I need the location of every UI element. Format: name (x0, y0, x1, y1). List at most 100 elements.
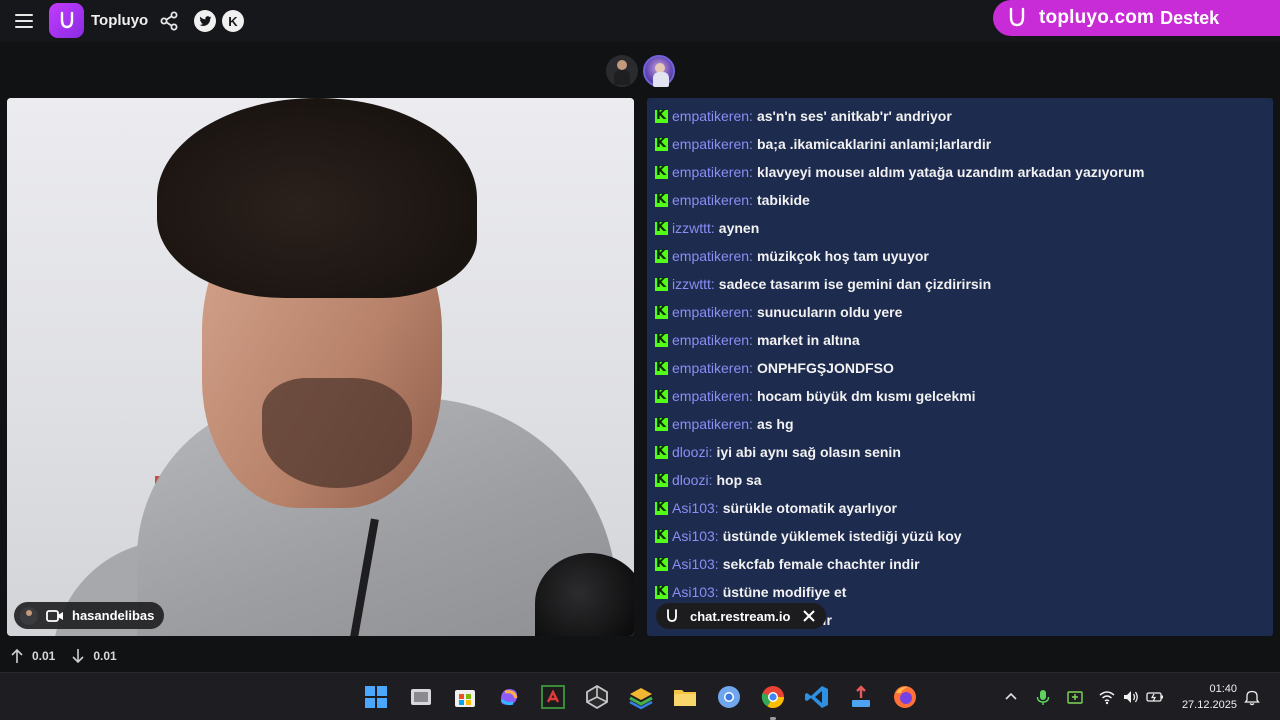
chat-username[interactable]: dloozi: (672, 444, 712, 460)
vscode-icon[interactable] (804, 684, 830, 710)
upload-icon[interactable] (848, 684, 874, 710)
chat-username[interactable]: empatikeren: (672, 192, 753, 208)
top-bar: Topluyo K topluyo.com Destek (0, 0, 1280, 42)
chrome-blue-icon[interactable] (716, 684, 742, 710)
chat-text: ONPHFGŞJONDFSO (756, 360, 894, 376)
kick-platform-icon (655, 444, 668, 459)
microphone-icon[interactable] (1034, 688, 1052, 706)
chat-username[interactable]: izzwttt: (672, 220, 715, 236)
restream-label: chat.restream.io (690, 608, 791, 624)
brand-name[interactable]: Topluyo (91, 12, 148, 29)
twitter-icon[interactable] (194, 10, 216, 32)
chat-text: sadece tasarım ise gemini dan çizdirirsi… (718, 276, 992, 292)
chat-username[interactable]: empatikeren: (672, 360, 753, 376)
wifi-icon[interactable] (1098, 688, 1116, 706)
chat-text: sürükle otomatik ayarlıyor (722, 500, 897, 516)
chat-text: müzikçok hoş tam uyuyor (756, 248, 929, 264)
restream-overlay[interactable]: chat.restream.io (656, 603, 827, 629)
streamer-name: hasandelibas (72, 608, 155, 623)
chat-text: aynen (718, 220, 760, 236)
chat-message: Asi103:sekcfab female chachter indir (655, 550, 920, 578)
chat-username[interactable]: empatikeren: (672, 416, 753, 432)
chat-message: empatikeren:hocam büyük dm kısmı gelcekm… (655, 382, 976, 410)
video-feed[interactable] (7, 98, 634, 636)
chat-username[interactable]: empatikeren: (672, 108, 753, 124)
chat-message: Asi103:üstünde yüklemek istediği yüzü ko… (655, 522, 962, 550)
kick-platform-icon (655, 388, 668, 403)
layers-icon[interactable] (628, 684, 654, 710)
chat-username[interactable]: empatikeren: (672, 136, 753, 152)
volume-icon[interactable] (1122, 688, 1140, 706)
chat-panel[interactable]: empatikeren:as'n'n ses' anitkab'r' andri… (647, 98, 1273, 636)
participant-avatar[interactable] (643, 55, 675, 87)
chat-username[interactable]: empatikeren: (672, 248, 753, 264)
chat-message: empatikeren:as hg (655, 410, 794, 438)
share-icon[interactable] (158, 10, 180, 32)
taskbar: 01:40 27.12.2025 (0, 672, 1280, 720)
banner-site: topluyo.com (1039, 7, 1155, 28)
clock-date: 27.12.2025 (1181, 699, 1237, 711)
chevron-up-icon[interactable] (1002, 688, 1020, 706)
kick-platform-icon (655, 248, 668, 263)
upload-value: 0.01 (32, 649, 56, 663)
firefox-icon[interactable] (892, 684, 918, 710)
chat-text: sekcfab female chachter indir (722, 556, 920, 572)
chat-text: as hg (756, 416, 794, 432)
amd-icon[interactable] (540, 684, 566, 710)
streamer-name-tag[interactable]: hasandelibas (14, 602, 165, 629)
arrow-down-icon (72, 649, 84, 664)
kick-platform-icon (655, 528, 668, 543)
chat-username[interactable]: empatikeren: (672, 164, 753, 180)
chat-message: empatikeren:müzikçok hoş tam uyuyor (655, 242, 929, 270)
chat-message: dloozi:iyi abi aynı sağ olasın senin (655, 438, 901, 466)
smile-face-icon (60, 11, 73, 28)
chat-username[interactable]: izzwttt: (672, 276, 715, 292)
copilot-icon[interactable] (496, 684, 522, 710)
chat-username[interactable]: empatikeren: (672, 304, 753, 320)
chat-text: üstüne modifiye et (722, 584, 847, 600)
chat-text: üstünde yüklemek istediği yüzü koy (722, 528, 962, 544)
nvidia-share-icon[interactable] (1066, 688, 1084, 706)
network-stats: 0.01 0.01 (10, 646, 133, 666)
chat-username[interactable]: Asi103: (672, 500, 719, 516)
chat-text: iyi abi aynı sağ olasın senin (716, 444, 901, 460)
chat-text: ba;a .ikamicaklarini anlami;larlardir (756, 136, 992, 152)
topluyo-logo[interactable] (49, 3, 84, 38)
kick-icon[interactable]: K (222, 10, 244, 32)
kick-platform-icon (655, 500, 668, 515)
chat-message: empatikeren:market in altına (655, 326, 860, 354)
store-icon[interactable] (452, 684, 478, 710)
participant-avatar[interactable] (606, 55, 638, 87)
kick-platform-icon (655, 164, 668, 179)
hamburger-menu-icon[interactable] (13, 11, 35, 31)
notification-icon[interactable] (1243, 688, 1261, 706)
unity-icon[interactable] (584, 684, 610, 710)
support-banner[interactable]: topluyo.com Destek (993, 0, 1280, 36)
chat-text: market in altına (756, 332, 860, 348)
start-icon[interactable] (363, 684, 389, 710)
close-icon[interactable] (802, 609, 816, 623)
kick-platform-icon (655, 276, 668, 291)
chat-message: empatikeren:as'n'n ses' anitkab'r' andri… (655, 102, 952, 130)
chrome-icon[interactable] (760, 684, 786, 710)
avatar (20, 606, 38, 625)
chat-message: empatikeren:sunucuların oldu yere (655, 298, 902, 326)
clock-time: 01:40 (1209, 683, 1237, 695)
battery-icon[interactable] (1146, 688, 1164, 706)
chat-username[interactable]: empatikeren: (672, 332, 753, 348)
chat-text: hocam büyük dm kısmı gelcekmi (756, 388, 976, 404)
camera-icon (46, 609, 63, 622)
chat-text: tabikide (756, 192, 810, 208)
folder-icon[interactable] (672, 684, 698, 710)
chat-username[interactable]: Asi103: (672, 528, 719, 544)
kick-platform-icon (655, 556, 668, 571)
chat-message: empatikeren:ba;a .ikamicaklarini anlami;… (655, 130, 991, 158)
file-explorer-icon[interactable] (408, 684, 434, 710)
kick-platform-icon (655, 108, 668, 123)
system-clock[interactable]: 01:40 27.12.2025 (1182, 681, 1237, 713)
chat-message: empatikeren:klavyeyi mouseı aldım yatağa… (655, 158, 1144, 186)
chat-username[interactable]: Asi103: (672, 556, 719, 572)
chat-username[interactable]: empatikeren: (672, 388, 753, 404)
chat-username[interactable]: dloozi: (672, 472, 712, 488)
chat-username[interactable]: Asi103: (672, 584, 719, 600)
